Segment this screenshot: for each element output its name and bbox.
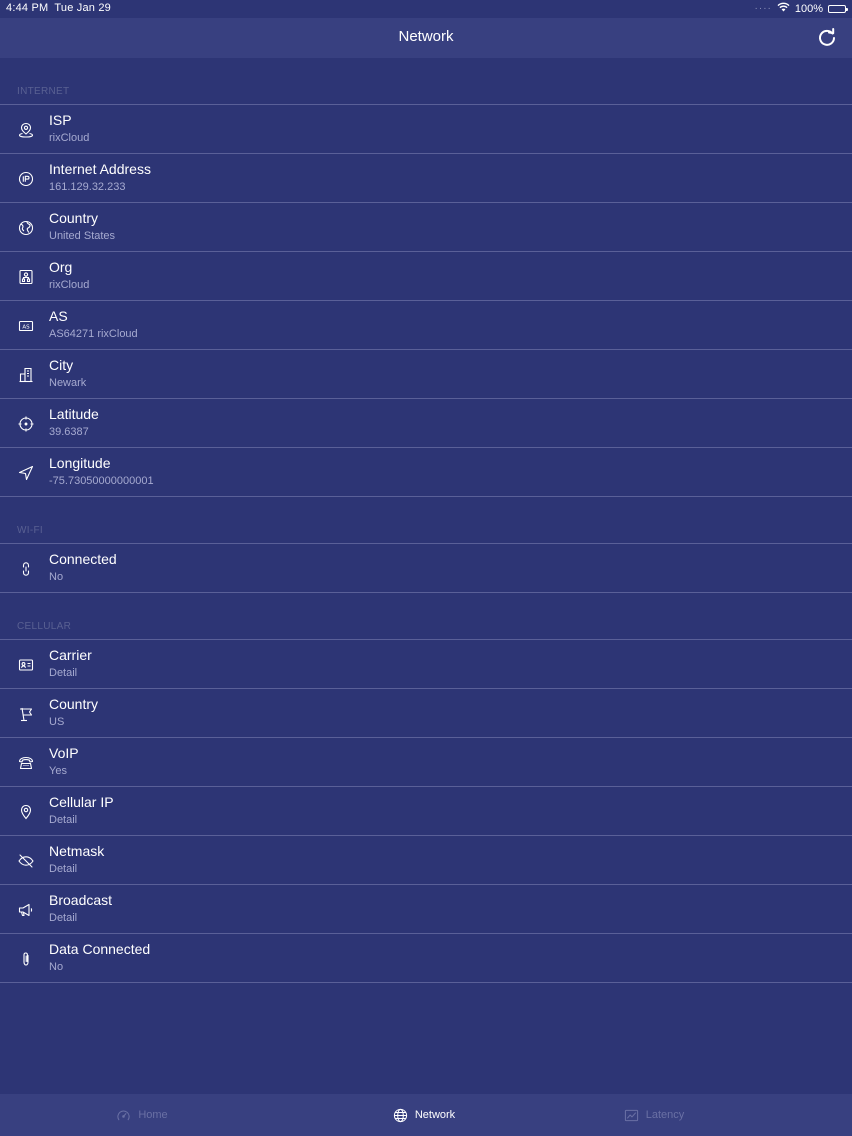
row-as[interactable]: AS AS AS64271 rixCloud bbox=[0, 301, 852, 350]
row-label: Latitude bbox=[49, 406, 99, 422]
row-label: Carrier bbox=[49, 647, 92, 663]
tab-network[interactable]: Network bbox=[334, 1094, 514, 1136]
id-card-icon bbox=[17, 656, 35, 674]
row-value: -75.73050000000001 bbox=[49, 475, 154, 487]
tab-home-label: Home bbox=[138, 1109, 168, 1121]
row-longitude[interactable]: Longitude -75.73050000000001 bbox=[0, 448, 852, 497]
row-label: Longitude bbox=[49, 455, 111, 471]
row-wifi-connected[interactable]: Connected No bbox=[0, 544, 852, 593]
row-value: Detail bbox=[49, 667, 78, 679]
refresh-icon bbox=[819, 28, 835, 46]
row-isp[interactable]: ISP rixCloud bbox=[0, 105, 852, 154]
tab-latency[interactable]: Latency bbox=[564, 1094, 744, 1136]
row-label: Internet Address bbox=[49, 161, 151, 177]
flag-icon bbox=[17, 705, 35, 723]
location-pin-icon bbox=[17, 803, 35, 821]
section-header-cellular: CELLULAR bbox=[0, 593, 852, 640]
row-value: Yes bbox=[49, 765, 67, 777]
row-broadcast[interactable]: Broadcast Detail bbox=[0, 885, 852, 934]
battery-icon bbox=[828, 4, 848, 13]
row-country[interactable]: Country United States bbox=[0, 203, 852, 252]
row-city[interactable]: City Newark bbox=[0, 350, 852, 399]
page-title: Network bbox=[398, 28, 454, 45]
status-date: Tue Jan 29 bbox=[54, 2, 112, 14]
row-value: No bbox=[49, 961, 64, 973]
row-cellular-country[interactable]: Country US bbox=[0, 689, 852, 738]
eye-off-icon bbox=[17, 852, 35, 870]
megaphone-icon bbox=[17, 901, 35, 919]
row-label: Country bbox=[49, 210, 99, 226]
row-value: No bbox=[49, 571, 64, 583]
map-pin-icon bbox=[17, 121, 35, 139]
status-bar: 4:44 PM Tue Jan 29 ···· 100% bbox=[0, 0, 852, 18]
globe-icon bbox=[393, 1108, 407, 1122]
row-label: Netmask bbox=[49, 843, 105, 859]
row-label: Data Connected bbox=[49, 941, 151, 957]
row-value: Detail bbox=[49, 863, 78, 875]
network-table: INTERNET ISP rixCloud Internet Address 1… bbox=[0, 58, 852, 983]
row-value: Detail bbox=[49, 912, 78, 924]
paperclip-icon bbox=[17, 950, 35, 968]
refresh-button[interactable] bbox=[816, 27, 838, 49]
row-data-connected[interactable]: Data Connected No bbox=[0, 934, 852, 983]
section-header-internet: INTERNET bbox=[0, 58, 852, 105]
row-label: Cellular IP bbox=[49, 794, 114, 810]
row-value: United States bbox=[49, 230, 116, 242]
row-label: ISP bbox=[49, 112, 72, 128]
speedometer-icon bbox=[117, 1110, 130, 1120]
row-internet-address[interactable]: Internet Address 161.129.32.233 bbox=[0, 154, 852, 203]
building-icon bbox=[17, 366, 35, 384]
row-label: City bbox=[49, 357, 74, 373]
row-value: US bbox=[49, 716, 65, 728]
ip-icon bbox=[17, 170, 35, 188]
section-header-wifi: WI-FI bbox=[0, 497, 852, 544]
row-value: rixCloud bbox=[49, 279, 90, 291]
row-netmask[interactable]: Netmask Detail bbox=[0, 836, 852, 885]
link-icon bbox=[17, 560, 35, 578]
row-label: Country bbox=[49, 696, 99, 712]
row-cellular-ip[interactable]: Cellular IP Detail bbox=[0, 787, 852, 836]
tab-bar: Home Network Latency bbox=[0, 1094, 852, 1136]
row-latitude[interactable]: Latitude 39.6387 bbox=[0, 399, 852, 448]
org-icon bbox=[17, 268, 35, 286]
tab-home[interactable]: Home bbox=[52, 1094, 232, 1136]
row-label: VoIP bbox=[49, 745, 79, 761]
battery-percent: 100% bbox=[794, 2, 823, 15]
row-label: Broadcast bbox=[49, 892, 113, 908]
row-org[interactable]: Org rixCloud bbox=[0, 252, 852, 301]
row-value: Detail bbox=[49, 814, 78, 826]
chart-icon bbox=[624, 1109, 638, 1121]
row-label: AS bbox=[49, 308, 68, 324]
row-value: 39.6387 bbox=[49, 426, 89, 438]
as-icon: AS bbox=[17, 317, 35, 335]
row-value: rixCloud bbox=[49, 132, 90, 144]
row-label: Connected bbox=[49, 551, 117, 567]
row-voip[interactable]: VoIP Yes bbox=[0, 738, 852, 787]
tab-network-label: Network bbox=[414, 1109, 456, 1121]
svg-text:AS: AS bbox=[22, 324, 30, 330]
row-label: Org bbox=[49, 259, 73, 275]
signal-dots-icon: ···· bbox=[754, 3, 772, 14]
row-value: AS64271 rixCloud bbox=[49, 328, 138, 340]
row-value: 161.129.32.233 bbox=[49, 181, 126, 193]
wifi-icon bbox=[777, 2, 790, 15]
phone-icon bbox=[17, 754, 35, 772]
navigation-icon bbox=[17, 464, 35, 482]
tab-latency-label: Latency bbox=[645, 1109, 685, 1121]
navigation-bar: Network bbox=[0, 18, 852, 58]
crosshair-icon bbox=[17, 415, 35, 433]
globe-icon bbox=[17, 219, 35, 237]
status-time: 4:44 PM bbox=[6, 2, 49, 14]
row-carrier[interactable]: Carrier Detail bbox=[0, 640, 852, 689]
row-value: Newark bbox=[49, 377, 87, 389]
